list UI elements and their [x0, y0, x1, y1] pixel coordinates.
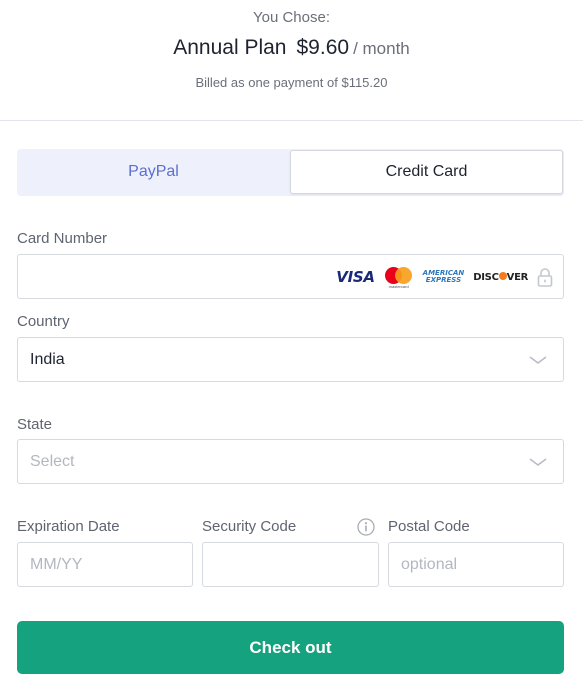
plan-line: Annual Plan $9.60/ month: [0, 36, 583, 60]
tab-paypal[interactable]: PayPal: [17, 149, 290, 196]
country-value: India: [30, 351, 65, 368]
security-code-label: Security Code: [202, 518, 297, 535]
card-number-label: Card Number: [17, 230, 108, 247]
security-code-field[interactable]: [202, 542, 379, 587]
expiration-placeholder: MM/YY: [30, 556, 83, 573]
plan-name: Annual Plan: [173, 36, 287, 59]
you-chose-heading: You Chose:: [252, 9, 330, 26]
visa-logo: VISA: [336, 268, 375, 286]
expiration-label: Expiration Date: [17, 518, 120, 535]
discover-logo: DISC VER: [473, 272, 528, 283]
chevron-down-icon: [529, 356, 547, 364]
country-label: Country: [17, 313, 70, 330]
plan-price: $9.60: [296, 36, 350, 59]
amex-logo: AMERICAN EXPRESS: [423, 270, 465, 284]
mastercard-logo: mastercard: [384, 266, 414, 289]
card-brand-logos: VISA mastercard AMERICAN EXPRESS DISC VER: [336, 265, 553, 289]
discover-text-end: VER: [506, 271, 529, 283]
state-select[interactable]: Select: [17, 439, 564, 484]
postal-code-label: Postal Code: [388, 518, 470, 535]
amex-line2: EXPRESS: [425, 276, 462, 284]
country-select[interactable]: India: [17, 337, 564, 382]
lock-icon: [537, 268, 553, 287]
chevron-down-icon: [529, 458, 547, 466]
payment-method-tabs: PayPal Credit Card: [17, 149, 564, 196]
tab-credit-card[interactable]: Credit Card: [290, 150, 563, 194]
plan-summary: You Chose: Annual Plan $9.60/ month Bille…: [0, 0, 583, 121]
postal-code-placeholder: optional: [401, 556, 458, 573]
mastercard-wordmark: mastercard: [388, 284, 409, 289]
state-placeholder: Select: [30, 453, 75, 470]
discover-text-start: DISC: [473, 271, 499, 283]
expiration-field[interactable]: MM/YY: [17, 542, 193, 587]
postal-code-field[interactable]: optional: [388, 542, 564, 587]
state-label: State: [17, 416, 53, 433]
price-period: / month: [353, 39, 410, 58]
discover-dot: [498, 272, 507, 280]
info-icon[interactable]: [357, 518, 375, 536]
checkout-button[interactable]: Check out: [17, 621, 564, 674]
billing-note: Billed as one payment of $115.20: [195, 75, 388, 90]
card-number-field[interactable]: VISA mastercard AMERICAN EXPRESS DISC VER: [17, 254, 564, 299]
